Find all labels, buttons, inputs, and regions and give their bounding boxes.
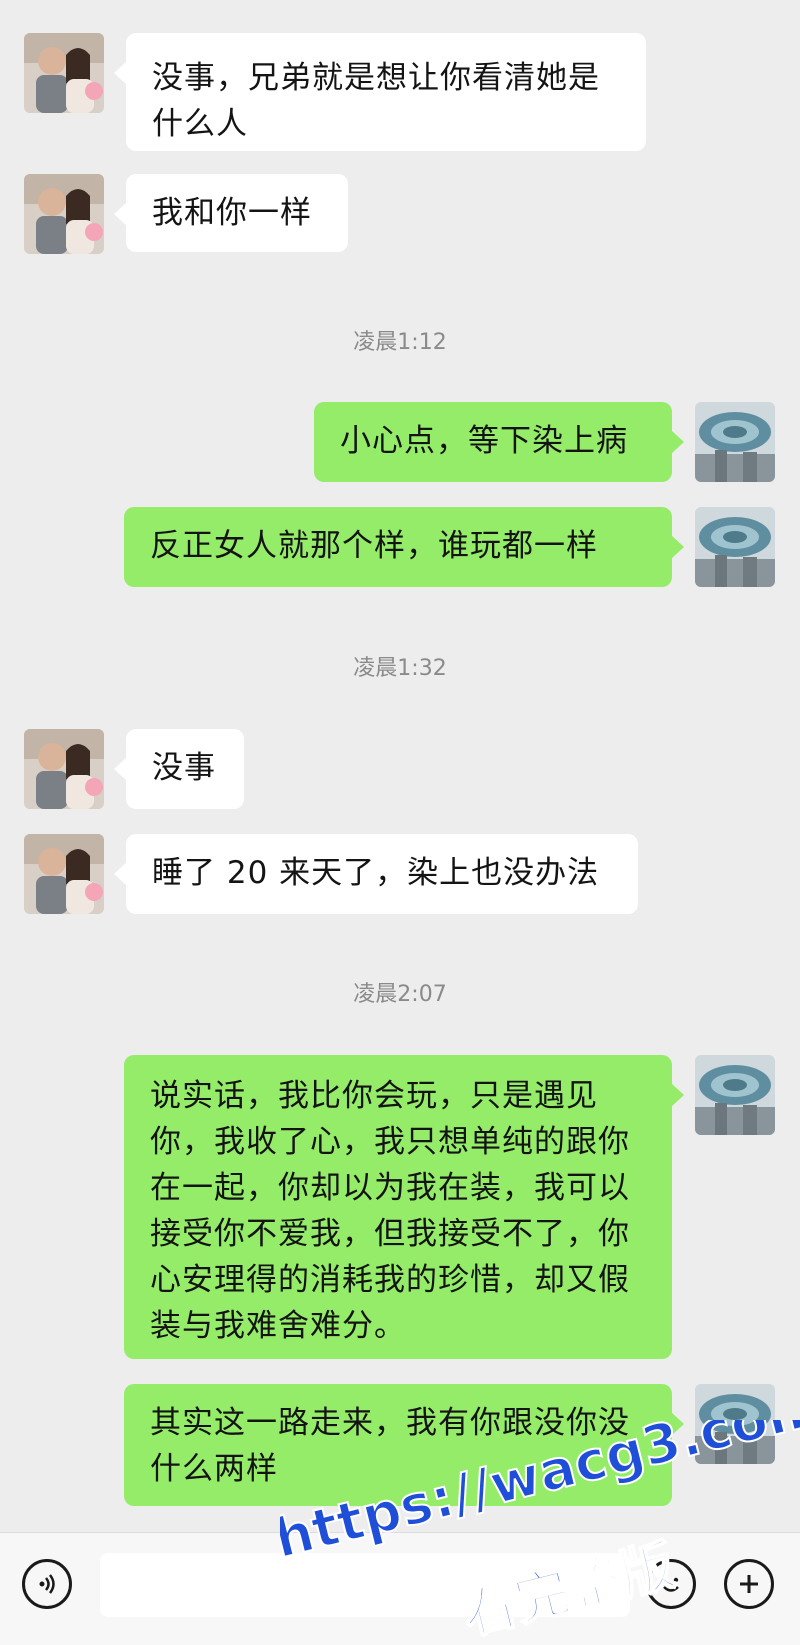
contact-avatar[interactable] bbox=[24, 834, 104, 914]
message-row: 没事 bbox=[0, 729, 800, 809]
timestamp: 凌晨2:07 bbox=[353, 982, 447, 1007]
message-row: 小心点，等下染上病 bbox=[0, 402, 800, 482]
timestamp: 凌晨1:12 bbox=[353, 330, 447, 355]
message-bubble[interactable]: 小心点，等下染上病 bbox=[314, 402, 684, 482]
message-bubble[interactable]: 反正女人就那个样，谁玩都一样 bbox=[124, 507, 684, 587]
contact-avatar[interactable] bbox=[24, 33, 104, 113]
message-row: 我和你一样 bbox=[0, 174, 800, 254]
message-bubble[interactable]: 没事，兄弟就是想让你看清她是什么人 bbox=[114, 33, 646, 151]
message-bubble[interactable]: 没事 bbox=[114, 729, 244, 809]
message-bubble[interactable]: 睡了 20 来天了，染上也没办法 bbox=[114, 834, 638, 914]
message-row: 说实话，我比你会玩，只是遇见你，我收了心，我只想单纯的跟你在一起，你却以为我在装… bbox=[0, 1055, 800, 1359]
message-bubble[interactable]: 说实话，我比你会玩，只是遇见你，我收了心，我只想单纯的跟你在一起，你却以为我在装… bbox=[124, 1055, 684, 1359]
chat-area[interactable]: 没事，兄弟就是想让你看清她是什么人 我和你一样 凌晨1:12 小心点，等下染上病 bbox=[0, 0, 800, 1532]
plus-icon[interactable] bbox=[724, 1559, 774, 1609]
my-avatar[interactable] bbox=[695, 507, 775, 587]
voice-icon[interactable] bbox=[22, 1559, 72, 1609]
message-row: 睡了 20 来天了，染上也没办法 bbox=[0, 834, 800, 914]
message-row: 反正女人就那个样，谁玩都一样 bbox=[0, 507, 800, 587]
contact-avatar[interactable] bbox=[24, 729, 104, 809]
my-avatar[interactable] bbox=[695, 402, 775, 482]
contact-avatar[interactable] bbox=[24, 174, 104, 254]
emoji-icon[interactable] bbox=[646, 1559, 696, 1609]
message-row: 其实这一路走来，我有你跟没你没什么两样 bbox=[0, 1384, 800, 1506]
message-input[interactable] bbox=[100, 1553, 630, 1617]
my-avatar[interactable] bbox=[695, 1055, 775, 1135]
timestamp: 凌晨1:32 bbox=[353, 656, 447, 681]
message-bubble[interactable]: 其实这一路走来，我有你跟没你没什么两样 bbox=[124, 1384, 684, 1506]
message-bubble[interactable]: 我和你一样 bbox=[114, 174, 348, 252]
message-row: 没事，兄弟就是想让你看清她是什么人 bbox=[0, 33, 800, 151]
my-avatar[interactable] bbox=[695, 1384, 775, 1464]
input-bar bbox=[0, 1532, 800, 1645]
